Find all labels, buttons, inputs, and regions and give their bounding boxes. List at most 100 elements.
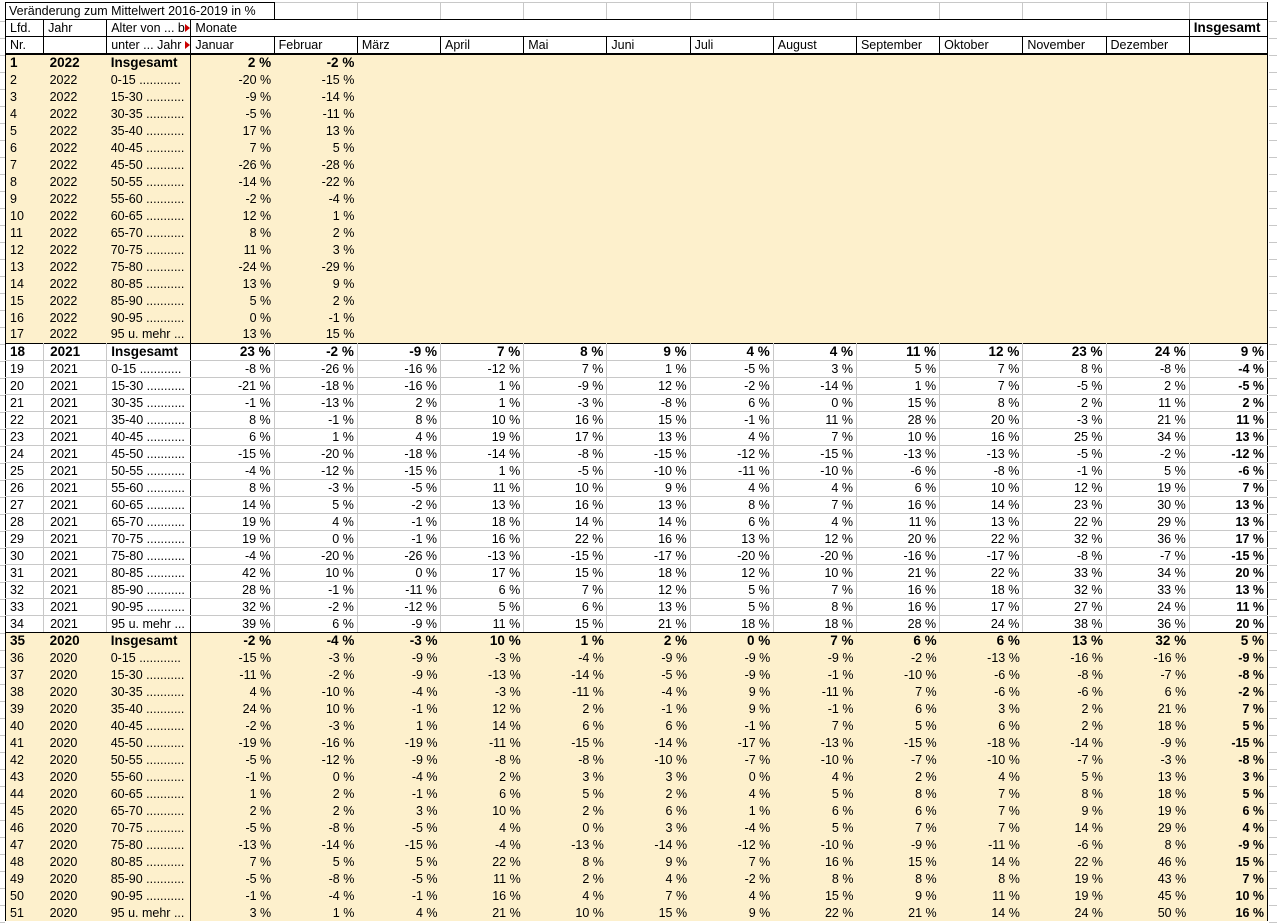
cell-month-2[interactable]: -26 % [274,360,358,378]
cell-month-3[interactable]: -1 % [357,700,441,717]
cell-month-1[interactable]: -19 % [190,734,275,751]
cell-month-2[interactable]: 2 % [274,224,358,241]
cell-lfd-nr[interactable]: 40 [5,717,44,734]
cell-alter[interactable]: 35-40 ........... [106,411,191,429]
cell-month-4[interactable]: 14 % [440,717,524,734]
cell-lfd-nr[interactable]: 25 [5,462,45,480]
cell-insgesamt[interactable]: 3 % [1189,768,1269,785]
cell-month-5[interactable]: 10 % [523,904,607,921]
cell-month-3[interactable]: -18 % [357,445,442,463]
cell-month-8[interactable]: 15 % [773,887,857,904]
cell-jahr[interactable]: 2022 [43,122,107,139]
cell-month-7[interactable]: -12 % [690,836,774,853]
cell-month-10[interactable]: 4 % [939,768,1023,785]
header-month-12[interactable]: Dezember [1105,36,1190,55]
cell-month-1[interactable]: -4 % [190,462,275,480]
cell-month-6[interactable]: -17 % [606,547,691,565]
cell-month-3[interactable]: -1 % [357,513,442,531]
cell-jahr[interactable]: 2020 [43,734,107,751]
cell-month-4[interactable]: 22 % [440,853,524,870]
empty-cell[interactable] [1189,2,1269,20]
cell-month-1[interactable]: -11 % [190,666,275,683]
cell-lfd-nr[interactable]: 15 [5,292,44,309]
cell-month-8[interactable]: 11 % [773,411,857,429]
cell-month-4[interactable]: 7 % [440,342,525,361]
cell-month-7[interactable]: 4 % [690,342,774,361]
cell-month-10[interactable]: 12 % [939,342,1024,361]
cell-month-7[interactable]: 9 % [690,700,774,717]
cell-month-4[interactable]: 11 % [440,615,525,633]
cell-month-1[interactable]: -4 % [190,547,275,565]
cell-jahr[interactable]: 2020 [43,819,107,836]
cell-month-8[interactable]: 8 % [773,870,857,887]
cell-month-11[interactable]: -7 % [1022,751,1107,768]
cell-insgesamt[interactable]: -6 % [1189,462,1269,480]
cell-month-4[interactable]: 19 % [440,428,525,446]
cell-month-5[interactable]: 15 % [523,564,608,582]
cell-month-2[interactable]: -12 % [274,751,358,768]
header-month-6[interactable]: Juni [606,36,691,55]
cell-insgesamt[interactable]: 20 % [1189,564,1269,582]
cell-month-10[interactable]: 18 % [939,581,1024,599]
cell-insgesamt[interactable]: -2 % [1189,683,1269,700]
cell-month-6[interactable]: 3 % [606,819,691,836]
cell-month-1[interactable]: -5 % [190,870,275,887]
cell-jahr[interactable]: 2022 [43,292,107,309]
cell-month-4[interactable]: -8 % [440,751,524,768]
cell-month-7[interactable]: 6 % [690,394,774,412]
cell-month-8[interactable]: 4 % [773,768,857,785]
cell-insgesamt[interactable]: 5 % [1189,632,1269,649]
cell-month-6[interactable]: 12 % [606,377,691,395]
cell-month-8[interactable]: 0 % [773,394,857,412]
cell-jahr[interactable]: 2021 [43,479,108,497]
cell-insgesamt[interactable]: 13 % [1189,428,1269,446]
cell-month-10[interactable]: 17 % [939,598,1024,616]
cell-month-4[interactable]: 6 % [440,785,524,802]
cell-month-12[interactable]: -7 % [1106,547,1190,565]
cell-month-5[interactable]: -9 % [523,377,608,395]
cell-jahr[interactable]: 2022 [43,326,107,343]
cell-month-2[interactable]: 9 % [274,275,358,292]
cell-jahr[interactable]: 2022 [43,309,107,326]
cell-month-6[interactable]: 13 % [606,598,691,616]
cell-month-10[interactable]: 8 % [939,870,1023,887]
cell-month-2[interactable]: -2 % [274,54,358,71]
cell-insgesamt[interactable]: 16 % [1189,904,1269,921]
cell-alter[interactable]: 65-70 ........... [106,513,191,531]
cell-insgesamt[interactable]: 7 % [1189,870,1269,887]
cell-jahr[interactable]: 2022 [43,71,107,88]
cell-month-10[interactable]: 8 % [939,394,1024,412]
cell-month-2[interactable]: -4 % [274,632,358,649]
cell-alter[interactable]: 95 u. mehr ... [106,904,191,921]
cell-month-7[interactable]: 4 % [690,479,774,497]
cell-month-1[interactable]: 3 % [190,904,275,921]
cell-jahr[interactable]: 2022 [43,156,107,173]
cell-insgesamt[interactable]: -8 % [1189,751,1269,768]
cell-alter[interactable]: 90-95 ........... [106,887,191,904]
cell-lfd-nr[interactable]: 21 [5,394,45,412]
cell-alter[interactable]: 70-75 ........... [106,819,191,836]
cell-insgesamt[interactable]: 4 % [1189,819,1269,836]
cell-month-2[interactable]: 13 % [274,122,358,139]
cell-insgesamt[interactable]: -5 % [1189,377,1269,395]
header-month-9[interactable]: September [855,36,941,55]
cell-month-5[interactable]: 2 % [523,700,607,717]
cell-month-5[interactable]: 16 % [523,496,608,514]
cell-month-4[interactable]: -13 % [440,666,524,683]
cell-lfd-nr[interactable]: 12 [5,241,44,258]
cell-month-1[interactable]: 28 % [190,581,275,599]
cell-jahr[interactable]: 2021 [43,377,108,395]
cell-month-10[interactable]: -18 % [939,734,1023,751]
cell-insgesamt[interactable]: 10 % [1189,887,1269,904]
cell-month-9[interactable]: -7 % [856,751,940,768]
cell-month-9[interactable]: 10 % [856,428,941,446]
cell-jahr[interactable]: 2020 [43,751,107,768]
cell-month-11[interactable]: -3 % [1022,411,1107,429]
cell-alter[interactable]: 70-75 ........... [106,241,191,258]
cell-month-11[interactable]: 19 % [1022,870,1107,887]
cell-month-1[interactable]: -9 % [190,88,275,105]
cell-insgesamt[interactable]: 2 % [1189,394,1269,412]
cell-month-11[interactable]: 33 % [1022,564,1107,582]
cell-month-11[interactable]: 9 % [1022,802,1107,819]
header-insgesamt[interactable]: Insgesamt [1188,19,1269,37]
